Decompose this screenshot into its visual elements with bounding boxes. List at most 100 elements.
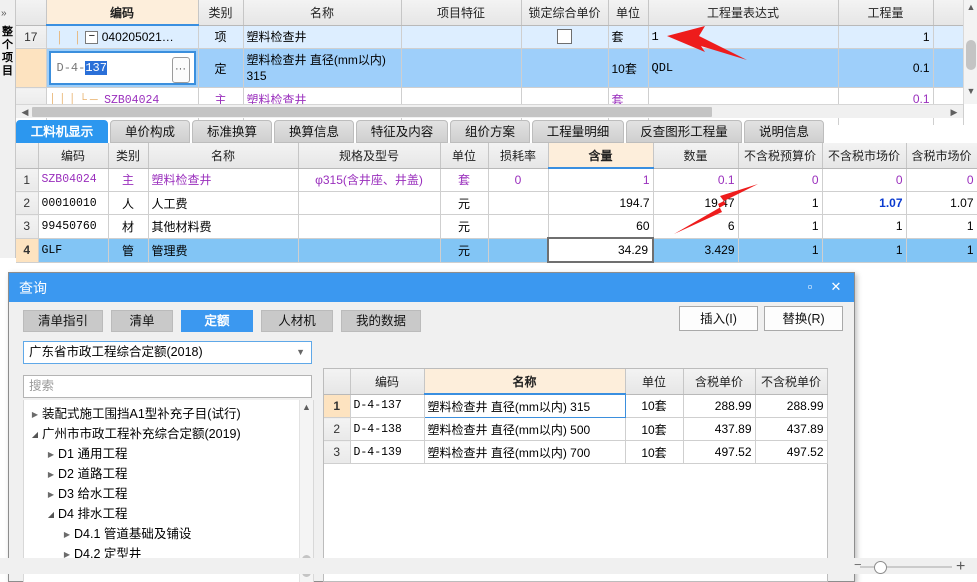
quantity-cell[interactable]: 19.47	[653, 191, 739, 215]
quota-unit-cell[interactable]: 10套	[625, 417, 684, 441]
detail-tabbar[interactable]: 工料机显示 单价构成 标准换算 换算信息 特征及内容 组价方案 工程量明细 反查图形工程量 说明…	[16, 120, 977, 143]
unit-cell[interactable]: 10套	[608, 48, 649, 88]
feature-cell[interactable]	[401, 25, 522, 49]
tree-node[interactable]: ◢ 广州市市政工程补充综合定额(2019)	[28, 424, 313, 444]
expand-panel-icon[interactable]: »	[1, 8, 7, 19]
tab-1[interactable]: 单价构成	[110, 120, 190, 143]
boq-col-3[interactable]: 名称	[243, 0, 402, 26]
quantity-expression-cell[interactable]: QDL	[648, 48, 839, 88]
feature-cell[interactable]	[401, 48, 522, 88]
table-row[interactable]: 2 00010010 人人工费元 194.7 19.47 1 1.07 1.07	[16, 191, 977, 215]
tree-scroll-up-icon[interactable]: ▲	[300, 400, 313, 414]
budget-price-cell[interactable]: 1	[738, 238, 823, 263]
quota-price-inc-tax-cell[interactable]: 497.52	[683, 440, 756, 464]
quantity-cell[interactable]: 1	[838, 25, 934, 49]
quota-name-cell[interactable]: 塑料检查井 直径(mm以内) 700	[424, 440, 626, 464]
spec-cell[interactable]	[298, 238, 441, 263]
quota-col-3[interactable]: 单位	[625, 369, 684, 395]
content-cell[interactable]: 60	[548, 214, 654, 239]
quota-code-cell[interactable]: D-4-137	[350, 394, 425, 418]
chevron-right-icon[interactable]: ▶	[44, 445, 58, 465]
quota-price-ex-tax-cell[interactable]: 497.52	[755, 440, 828, 464]
table-row[interactable]: 1 SZB04024 主塑料检查井 φ315(含井座、井盖) 套 0 1 0.1 0 0 0	[16, 168, 977, 192]
market-price-ex-tax-cell[interactable]: 1	[822, 238, 907, 263]
boq-horizontal-scrollbar[interactable]: ◀ ▶	[16, 104, 963, 118]
chevron-down-icon[interactable]: ◢	[28, 425, 42, 445]
ellipsis-button-icon[interactable]: ···	[171, 57, 190, 83]
chevron-right-icon[interactable]: ▶	[44, 485, 58, 505]
tree-node[interactable]: ▶ D2 道路工程	[28, 464, 313, 484]
quota-code-cell[interactable]: D-4-139	[350, 440, 425, 464]
tab-8[interactable]: 说明信息	[744, 120, 824, 143]
code-cell[interactable]: GLF	[38, 238, 109, 263]
detail-col-3[interactable]: 名称	[148, 143, 299, 169]
quota-col-2[interactable]: 名称	[424, 369, 626, 395]
chevron-right-icon[interactable]: ▶	[44, 465, 58, 485]
boq-col-8[interactable]: 工程量	[838, 0, 934, 26]
type-cell[interactable]: 定	[198, 48, 244, 88]
type-cell[interactable]: 人	[108, 191, 149, 215]
detail-col-6[interactable]: 损耗率	[488, 143, 549, 169]
loss-rate-cell[interactable]: 0	[488, 168, 549, 192]
catalog-tree[interactable]: ▶ 装配式施工围挡A1型补充子目(试行) ◢ 广州市市政工程补充综合定额(2019) ▶…	[23, 400, 314, 582]
name-cell[interactable]: 人工费	[148, 191, 299, 215]
loss-rate-cell[interactable]	[488, 191, 549, 215]
dialog-tab-4[interactable]: 我的数据	[341, 310, 421, 332]
detail-col-8[interactable]: 数量	[653, 143, 739, 169]
dialog-tab-1[interactable]: 清单	[111, 310, 173, 332]
quota-price-inc-tax-cell[interactable]: 288.99	[683, 394, 756, 418]
insert-button[interactable]: 插入(I)	[679, 306, 758, 331]
quantity-expression-cell[interactable]: 1	[648, 25, 839, 49]
market-price-inc-tax-cell[interactable]: 1	[906, 238, 977, 263]
code-cell[interactable]: 99450760	[38, 214, 109, 239]
close-icon[interactable]: ✕	[826, 278, 846, 296]
tree-node[interactable]: ▶ 装配式施工围挡A1型补充子目(试行)	[28, 404, 313, 424]
quota-col-1[interactable]: 编码	[350, 369, 425, 395]
tab-6[interactable]: 工程量明细	[532, 120, 624, 143]
left-project-strip[interactable]: » 整个项目	[0, 0, 16, 258]
type-cell[interactable]: 材	[108, 214, 149, 239]
code-cell[interactable]: 00010010	[38, 191, 109, 215]
content-cell[interactable]: 194.7	[548, 191, 654, 215]
code-cell[interactable]: │ │ − 040205021…	[46, 25, 199, 49]
zoom-in-icon[interactable]: +	[956, 558, 965, 576]
boq-col-9[interactable]	[933, 0, 964, 26]
detail-col-5[interactable]: 单位	[440, 143, 489, 169]
code-cell-editor[interactable]: D-4- 137 ···	[46, 48, 199, 88]
tab-5[interactable]: 组价方案	[450, 120, 530, 143]
quota-price-inc-tax-cell[interactable]: 437.89	[683, 417, 756, 441]
resource-detail-grid[interactable]: 编码 类别 名称 规格及型号 单位 损耗率 含量 数量 不含税预算价 不含税市场价 含税市场价 1 SZ…	[16, 143, 977, 263]
market-price-inc-tax-cell[interactable]: 1.07	[906, 191, 977, 215]
quota-result-grid[interactable]: 编码 名称 单位 含税单价 不含税单价 1 D-4-137 塑料检查井 直径(mm以内) 31…	[323, 368, 828, 464]
quota-name-cell[interactable]: 塑料检查井 直径(mm以内) 500	[424, 417, 626, 441]
boq-col-2[interactable]: 类别	[198, 0, 244, 26]
code-cell[interactable]: SZB04024	[38, 168, 109, 192]
name-cell[interactable]: 塑料检查井	[243, 25, 402, 49]
content-cell[interactable]: 1	[548, 168, 654, 192]
unit-cell[interactable]: 套	[440, 168, 489, 192]
type-cell[interactable]: 项	[198, 25, 244, 49]
table-row[interactable]: 4 GLF 管管理费元 34.29 3.429 1 1 1	[16, 237, 977, 263]
tab-0[interactable]: 工料机显示	[16, 120, 108, 143]
quota-unit-cell[interactable]: 10套	[625, 394, 684, 418]
content-cell-editor[interactable]: 34.29	[547, 237, 654, 263]
name-cell[interactable]: 塑料检查井 直径(mm以内) 315	[243, 48, 402, 88]
table-row[interactable]: 3 99450760 材其他材料费元 60 6 1 1 1	[16, 214, 977, 239]
spec-cell[interactable]	[298, 191, 441, 215]
standard-library-combobox[interactable]: 广东省市政工程综合定额(2018) ▼	[23, 341, 312, 364]
chevron-right-icon[interactable]: ▶	[60, 525, 74, 545]
tree-node[interactable]: ▶ D1 通用工程	[28, 444, 313, 464]
detail-col-9[interactable]: 不含税预算价	[738, 143, 823, 169]
spec-cell[interactable]: φ315(含井座、井盖)	[298, 168, 441, 192]
boq-col-0[interactable]	[16, 0, 47, 26]
unit-cell[interactable]: 元	[440, 191, 489, 215]
boq-grid[interactable]: 编码 类别 名称 项目特征 锁定综合单价 单位 工程量表达式 工程量 17 │ │ − 04020…	[16, 0, 964, 125]
detail-col-4[interactable]: 规格及型号	[298, 143, 441, 169]
scroll-thumb-horizontal[interactable]	[32, 107, 712, 117]
boq-col-1[interactable]: 编码	[46, 0, 199, 26]
zoom-out-icon[interactable]: −	[854, 557, 862, 572]
quota-col-4[interactable]: 含税单价	[683, 369, 756, 395]
table-row[interactable]: 2 D-4-138 塑料检查井 直径(mm以内) 500 10套 437.89 437.8…	[324, 417, 828, 441]
quota-unit-cell[interactable]: 10套	[625, 440, 684, 464]
scroll-left-icon[interactable]: ◀	[18, 106, 32, 118]
